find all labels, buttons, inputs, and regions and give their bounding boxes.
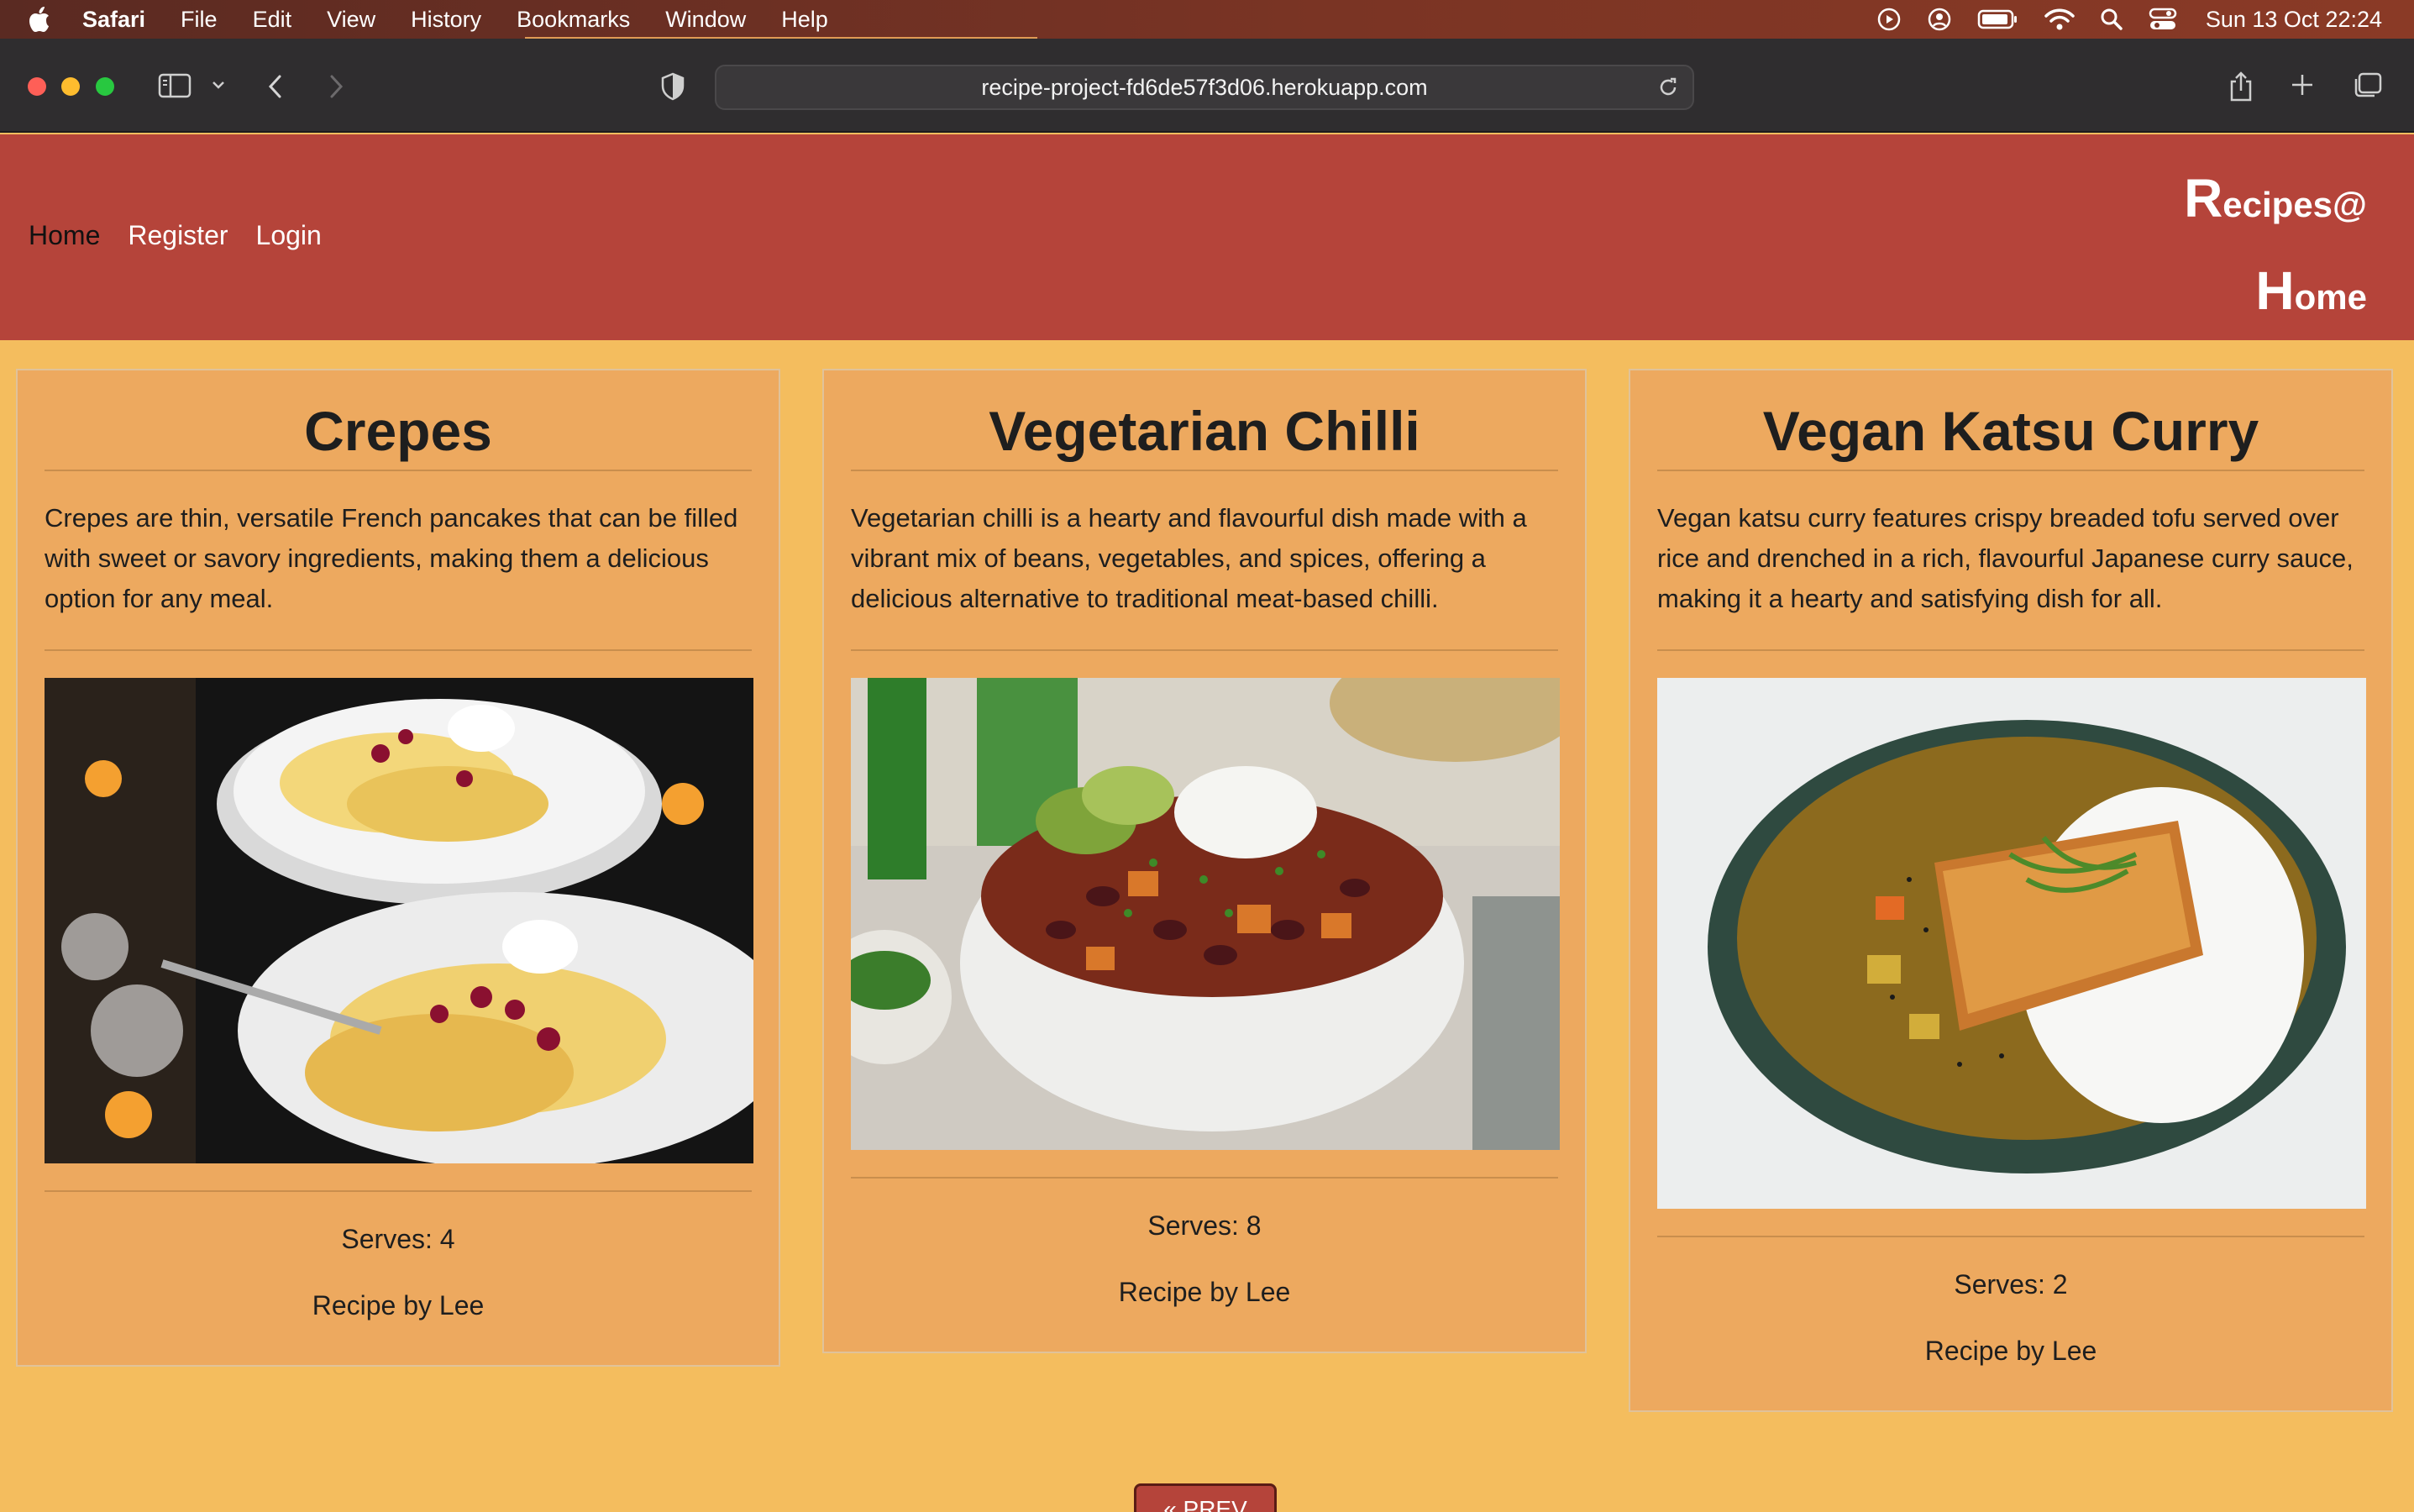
divider <box>851 649 1558 651</box>
macos-menu-bar: Safari File Edit View History Bookmarks … <box>0 0 2414 39</box>
browser-toolbar: recipe-project-fd6de57f3d06.herokuapp.co… <box>0 39 2414 133</box>
nav-home-link[interactable]: Home <box>29 220 100 251</box>
divider <box>45 1190 752 1192</box>
tab-overview-icon[interactable] <box>2352 72 2382 99</box>
window-close-button[interactable] <box>28 77 46 96</box>
privacy-shield-icon[interactable] <box>660 72 685 101</box>
divider <box>45 649 752 651</box>
divider <box>1657 1236 2364 1237</box>
menu-view[interactable]: View <box>327 7 375 33</box>
recipe-author: Recipe by Lee <box>1924 1336 2097 1366</box>
recipe-title[interactable]: Vegetarian Chilli <box>824 392 1585 470</box>
menu-clock[interactable]: Sun 13 Oct 22:24 <box>2206 7 2382 33</box>
new-tab-plus-icon[interactable] <box>2290 72 2315 97</box>
forward-arrow-icon[interactable] <box>326 72 346 101</box>
recipe-serves: Serves: 8 <box>1147 1210 1262 1241</box>
menu-file[interactable]: File <box>181 7 218 33</box>
recipe-author: Recipe by Lee <box>312 1290 485 1320</box>
prev-page-button[interactable]: « PREV <box>1134 1483 1277 1512</box>
share-icon[interactable] <box>2228 71 2254 102</box>
chevron-down-icon[interactable] <box>211 79 226 91</box>
screen-recording-icon[interactable] <box>1876 7 1902 32</box>
user-account-icon[interactable] <box>1927 7 1952 32</box>
recipe-description: Crepes are thin, versatile French pancak… <box>45 503 738 613</box>
recipe-description: Vegetarian chilli is a hearty and flavou… <box>851 503 1527 613</box>
menu-bookmarks[interactable]: Bookmarks <box>517 7 630 33</box>
address-bar[interactable]: recipe-project-fd6de57f3d06.herokuapp.co… <box>715 65 1694 110</box>
url-text: recipe-project-fd6de57f3d06.herokuapp.co… <box>981 74 1428 100</box>
recipe-card-vegan-katsu-curry[interactable]: Vegan Katsu Curry Vegan katsu curry feat… <box>1629 369 2393 1412</box>
window-minimize-button[interactable] <box>61 77 80 96</box>
reload-icon[interactable] <box>1657 76 1679 98</box>
menu-help[interactable]: Help <box>781 7 828 33</box>
site-header: Home Register Login Recipes@ Home <box>0 134 2414 340</box>
recipe-title[interactable]: Vegan Katsu Curry <box>1630 392 2391 470</box>
menu-window[interactable]: Window <box>665 7 746 33</box>
menu-edit[interactable]: Edit <box>253 7 292 33</box>
site-logo[interactable]: Recipes@ Home <box>2184 160 2367 344</box>
apple-icon[interactable] <box>27 5 52 34</box>
spotlight-search-icon[interactable] <box>2100 8 2123 31</box>
battery-icon[interactable] <box>1977 8 2019 30</box>
recipe-image-vegan-katsu-curry[interactable] <box>1657 678 2366 1209</box>
recipe-serves: Serves: 2 <box>1954 1269 2068 1299</box>
control-center-icon[interactable] <box>2149 8 2177 31</box>
sidebar-toggle-icon[interactable] <box>158 72 192 99</box>
menu-history[interactable]: History <box>411 7 481 33</box>
recipe-card-vegetarian-chilli[interactable]: Vegetarian Chilli Vegetarian chilli is a… <box>822 369 1587 1353</box>
wifi-icon[interactable] <box>2044 8 2075 31</box>
back-arrow-icon[interactable] <box>265 72 286 101</box>
recipe-title[interactable]: Crepes <box>18 392 779 470</box>
site-logo-line-1: Recipes@ <box>2184 168 2367 228</box>
recipe-card-crepes[interactable]: Crepes Crepes are thin, versatile French… <box>16 369 780 1367</box>
window-zoom-button[interactable] <box>96 77 114 96</box>
main-nav: Home Register Login <box>29 220 349 251</box>
recipe-description: Vegan katsu curry features crispy breade… <box>1657 503 2354 613</box>
nav-login-link[interactable]: Login <box>256 220 322 251</box>
recipe-image-vegetarian-chilli[interactable] <box>851 678 1560 1150</box>
nav-register-link[interactable]: Register <box>128 220 228 251</box>
recipe-serves: Serves: 4 <box>341 1224 455 1254</box>
divider <box>851 1177 1558 1179</box>
divider <box>1657 649 2364 651</box>
recipe-author: Recipe by Lee <box>1118 1277 1291 1307</box>
menu-app-safari[interactable]: Safari <box>82 7 145 33</box>
recipe-image-crepes[interactable] <box>45 678 753 1163</box>
site-logo-line-2: Home <box>2255 260 2367 321</box>
